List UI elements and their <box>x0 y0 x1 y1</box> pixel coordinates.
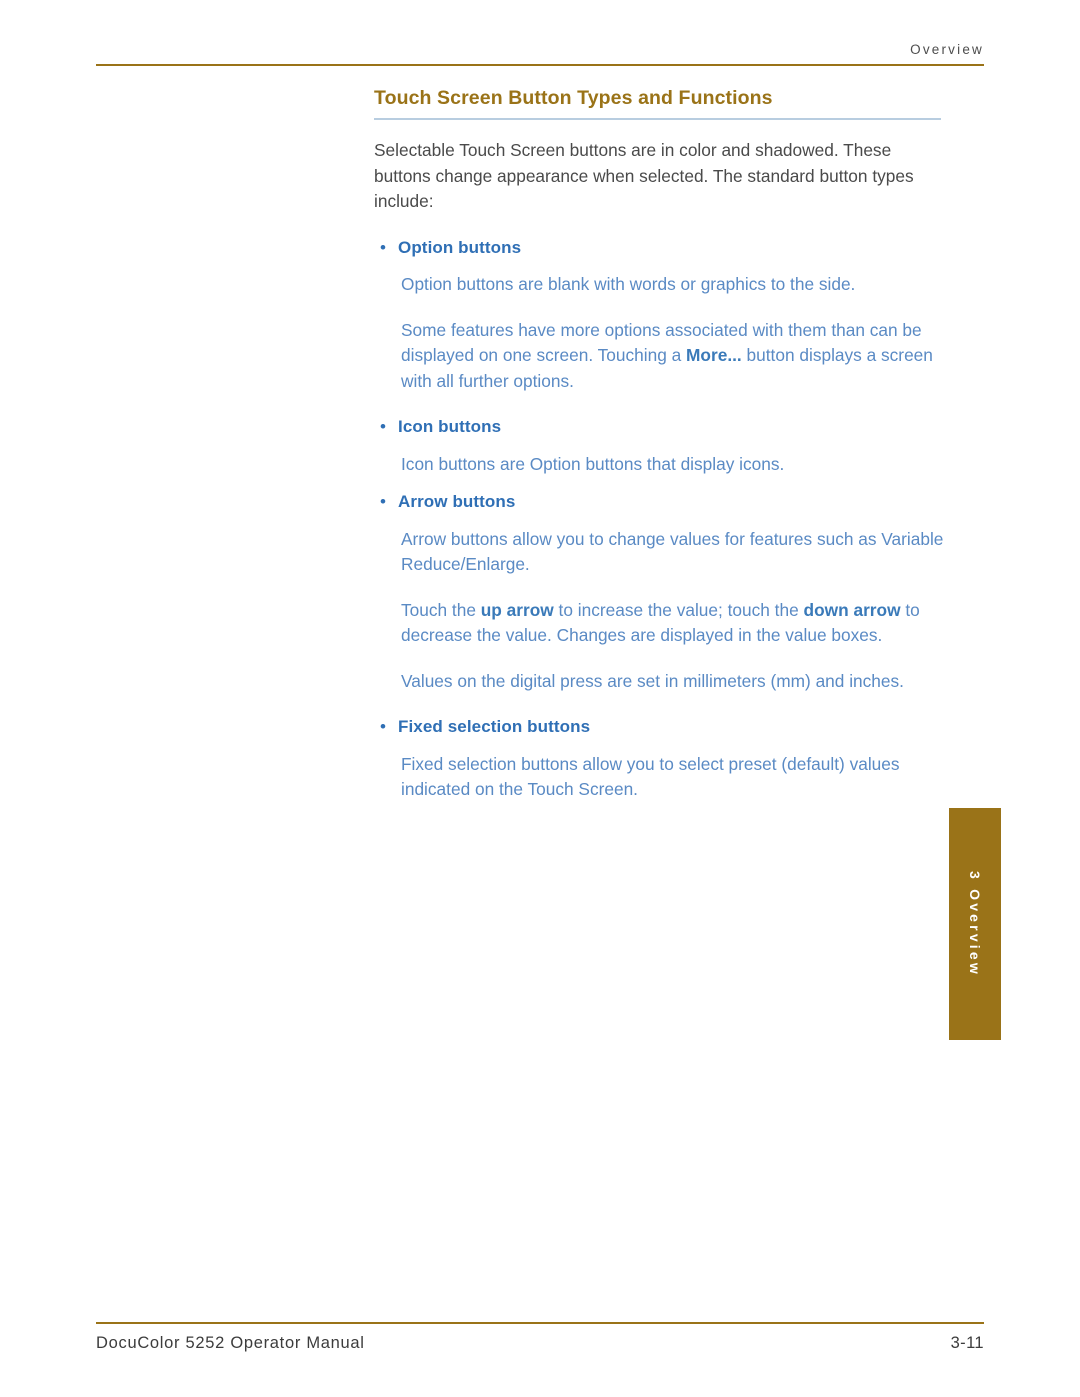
bullet-label-fixed-selection-buttons: Fixed selection buttons <box>398 717 591 736</box>
header-divider <box>96 64 984 66</box>
chapter-tab-label: 3 Overview <box>967 871 983 977</box>
bullet-dot-icon: • <box>380 237 386 257</box>
inline-bold-down: down <box>803 599 849 620</box>
text-arrow-part1: Touch the <box>401 599 481 620</box>
title-divider <box>374 118 941 120</box>
document-page: Overview Touch Screen Button Types and F… <box>0 0 1080 1397</box>
bullet-dot-icon: • <box>380 417 386 436</box>
bullet-dot-icon: • <box>380 492 386 511</box>
paragraph-arrow-buttons-3: Values on the digital press are set in m… <box>401 670 904 691</box>
body-column: Selectable Touch Screen buttons are in c… <box>374 138 944 803</box>
inline-bold-arrow: arrow <box>853 599 901 620</box>
paragraph-icon-buttons-1: Icon buttons are Option buttons that dis… <box>401 453 785 474</box>
paragraph-option-buttons-1: Option buttons are blank with words or g… <box>401 274 856 294</box>
bullet-item-fixed-selection-buttons: • Fixed selection buttons <box>380 714 944 740</box>
bullet-label-option-buttons: Option buttons <box>398 237 522 257</box>
paragraph-option-buttons-2: Some features have more options associat… <box>401 318 944 395</box>
page-title: Touch Screen Button Types and Functions <box>374 87 773 109</box>
paragraph-arrow-buttons-1: Arrow buttons allow you to change values… <box>401 528 944 575</box>
inline-bold-up-arrow: up arrow <box>480 599 554 620</box>
bullet-label-arrow-buttons: Arrow buttons <box>398 492 516 511</box>
bullet-item-option-buttons: • Option buttons <box>380 235 944 261</box>
paragraph-arrow-buttons-2: Touch the up arrow to increase the value… <box>401 598 944 649</box>
bullet-item-arrow-buttons: • Arrow buttons <box>380 489 944 515</box>
bullet-item-icon-buttons: • Icon buttons <box>380 414 944 440</box>
bullet-label-icon-buttons: Icon buttons <box>398 417 502 436</box>
footer-page-number: 3-11 <box>950 1334 984 1352</box>
footer-divider <box>96 1322 984 1324</box>
bullet-dot-icon: • <box>380 717 386 736</box>
running-head: Overview <box>910 42 984 57</box>
intro-paragraph: Selectable Touch Screen buttons are in c… <box>374 140 914 211</box>
inline-bold-more: More... <box>686 345 742 365</box>
chapter-tab: 3 Overview <box>949 808 1001 1040</box>
text-arrow-part2: to increase the value; touch the <box>553 599 804 620</box>
footer-manual-title: DocuColor 5252 Operator Manual <box>96 1334 365 1352</box>
paragraph-fixed-selection-1: Fixed selection buttons allow you to sel… <box>401 753 900 800</box>
